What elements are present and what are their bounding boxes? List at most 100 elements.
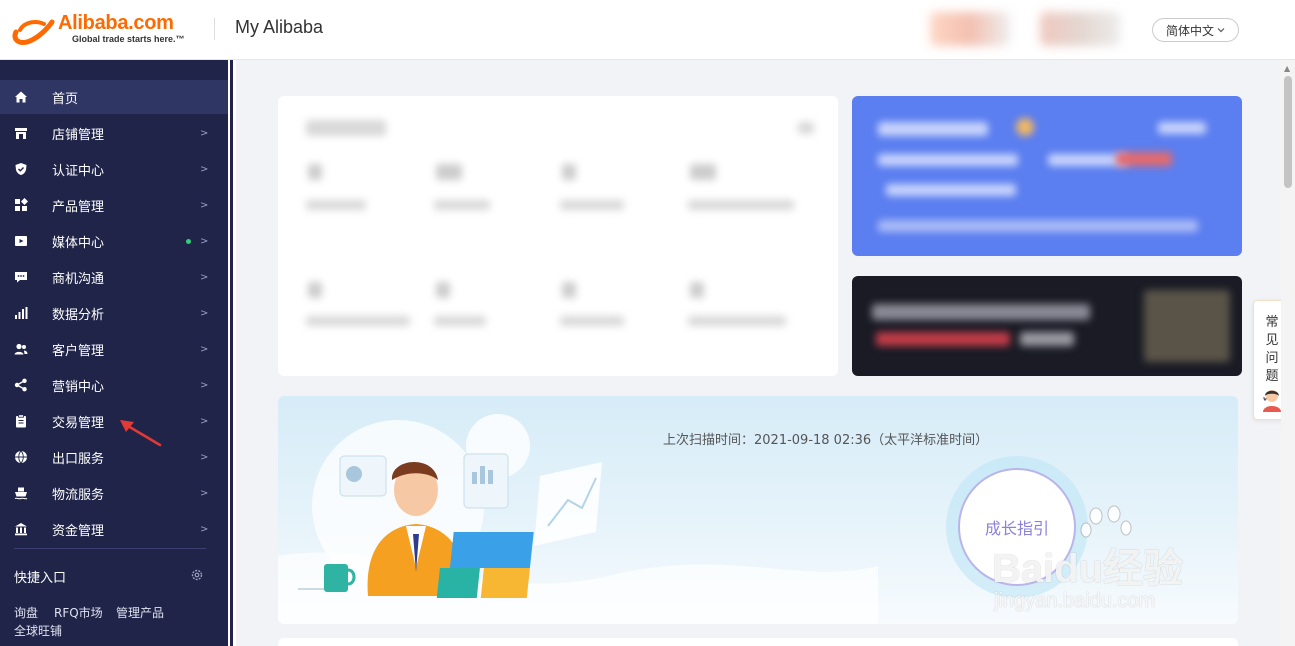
chevron-right-icon: > [200, 127, 209, 139]
blurred-banner-footer [878, 220, 1198, 232]
sidebar-item-label: 首页 [52, 91, 79, 107]
blurred-stat-label [434, 316, 486, 326]
sidebar-item-trade[interactable]: 交易管理 > [0, 404, 228, 438]
blurred-banner-tag [1020, 332, 1074, 346]
blurred-banner-image [1144, 290, 1230, 362]
top-header: Alibaba.com Global trade starts here.™ M… [0, 0, 1295, 60]
sidebar-item-media[interactable]: 媒体中心 > [0, 224, 228, 258]
sidebar-border [228, 60, 236, 646]
header-divider [214, 18, 215, 40]
language-select[interactable]: 简体中文 [1152, 18, 1239, 42]
sidebar-item-products[interactable]: 产品管理 > [0, 188, 228, 222]
last-scan-time: 上次扫描时间：2021-09-18 02:36（太平洋标准时间） [663, 433, 989, 448]
blurred-stat-value [308, 164, 322, 180]
blurred-stat-label [306, 200, 366, 210]
blurred-banner-link [1158, 122, 1206, 134]
sidebar-item-analytics[interactable]: 数据分析 > [0, 296, 228, 330]
scroll-up-icon[interactable]: ▲ [1284, 64, 1290, 73]
stats-card-blurred [278, 96, 838, 376]
notification-blurred[interactable] [930, 12, 1010, 46]
sidebar-item-verification[interactable]: 认证中心 > [0, 152, 228, 186]
chevron-right-icon: > [200, 199, 209, 211]
home-icon [14, 90, 28, 104]
blurred-banner-tag [876, 332, 1010, 346]
chevron-right-icon: > [200, 235, 209, 247]
chat-icon [14, 270, 28, 284]
promo-banner-blurred[interactable] [852, 96, 1242, 256]
sidebar-item-label: 客户管理 [52, 343, 105, 359]
sidebar-item-home[interactable]: 首页 [0, 80, 228, 114]
chevron-down-icon [1217, 28, 1225, 33]
blurred-stat-label [688, 200, 794, 210]
blurred-stat-value [436, 282, 450, 298]
blurred-banner-text [878, 154, 1018, 166]
sidebar-item-messages[interactable]: 商机沟通 > [0, 260, 228, 294]
blurred-banner-text [886, 184, 1016, 196]
quick-link-global-store[interactable]: 全球旺铺 [14, 622, 62, 639]
sidebar-item-label: 营销中心 [52, 379, 105, 395]
blurred-stat-value [690, 282, 704, 298]
quick-access-title: 快捷入口 [14, 571, 67, 586]
sidebar: 首页 店铺管理 > 认证中心 > 产品管理 > 媒体中心 > 商机沟通 > 数据… [0, 60, 228, 646]
chevron-right-icon: > [200, 163, 209, 175]
blurred-stat-label [688, 316, 786, 326]
language-label: 简体中文 [1165, 23, 1214, 38]
alibaba-smile-icon [12, 19, 55, 45]
blurred-stat-label [434, 200, 490, 210]
sidebar-item-export[interactable]: 出口服务 > [0, 440, 228, 474]
scrollbar-thumb[interactable] [1284, 76, 1292, 188]
blurred-banner-highlight [1116, 152, 1172, 166]
sidebar-item-logistics[interactable]: 物流服务 > [0, 476, 228, 510]
quick-link-inquiry[interactable]: 询盘 [14, 604, 38, 621]
new-badge-dot [186, 238, 191, 244]
logo-text: Alibaba.com [58, 12, 174, 34]
quick-link-manage-products[interactable]: 管理产品 [116, 604, 164, 621]
blurred-stat-label [560, 200, 624, 210]
blurred-stat-value [690, 164, 716, 180]
chevron-right-icon: > [200, 451, 209, 463]
blurred-stat-value [562, 164, 576, 180]
chevron-right-icon: > [200, 415, 209, 427]
next-card-edge [278, 638, 1238, 646]
sidebar-item-marketing[interactable]: 营销中心 > [0, 368, 228, 402]
gear-icon[interactable] [190, 568, 204, 582]
sidebar-item-label: 数据分析 [52, 307, 105, 323]
watermark-url-text: jingyan.baidu.com [994, 590, 1156, 612]
sidebar-item-label: 物流服务 [52, 487, 105, 503]
sidebar-item-label: 店铺管理 [52, 127, 105, 143]
sidebar-item-customers[interactable]: 客户管理 > [0, 332, 228, 366]
logo-tagline: Global trade starts here.™ [72, 34, 185, 44]
blurred-stat-value [308, 282, 322, 298]
sidebar-item-finance[interactable]: 资金管理 > [0, 512, 228, 546]
grid-icon [14, 198, 28, 212]
page-scrollbar[interactable]: ▲ [1281, 60, 1295, 646]
chevron-right-icon: > [200, 487, 209, 499]
annotation-arrow-icon [120, 420, 162, 447]
sidebar-item-store[interactable]: 店铺管理 > [0, 116, 228, 150]
alibaba-logo[interactable]: Alibaba.com Global trade starts here.™ [10, 10, 210, 50]
sidebar-item-label: 认证中心 [52, 163, 105, 179]
baidu-watermark: Baidu经验 jingyan.baidu.com [990, 505, 1230, 628]
globe-icon [14, 450, 28, 464]
page-title: My Alibaba [235, 17, 324, 37]
users-icon [14, 342, 28, 356]
store-icon [14, 126, 28, 140]
blurred-card-action [798, 122, 814, 134]
user-account-blurred[interactable] [1040, 12, 1120, 46]
chevron-right-icon: > [200, 271, 209, 283]
media-icon [14, 234, 28, 248]
chevron-right-icon: > [200, 523, 209, 535]
sidebar-item-label: 交易管理 [52, 415, 105, 431]
watermark-main-text: Baidu经验 [992, 547, 1184, 591]
sidebar-divider [14, 548, 206, 549]
video-banner-blurred[interactable] [852, 276, 1242, 376]
share-icon [14, 378, 28, 392]
blurred-banner-avatar [1016, 118, 1034, 136]
bar-chart-icon [14, 306, 28, 320]
chevron-right-icon: > [200, 379, 209, 391]
blurred-card-title [306, 120, 386, 136]
bank-icon [14, 522, 28, 536]
sidebar-item-label: 产品管理 [52, 199, 105, 215]
quick-link-rfq[interactable]: RFQ市场 [54, 604, 103, 621]
blurred-banner-headline [872, 304, 1090, 320]
